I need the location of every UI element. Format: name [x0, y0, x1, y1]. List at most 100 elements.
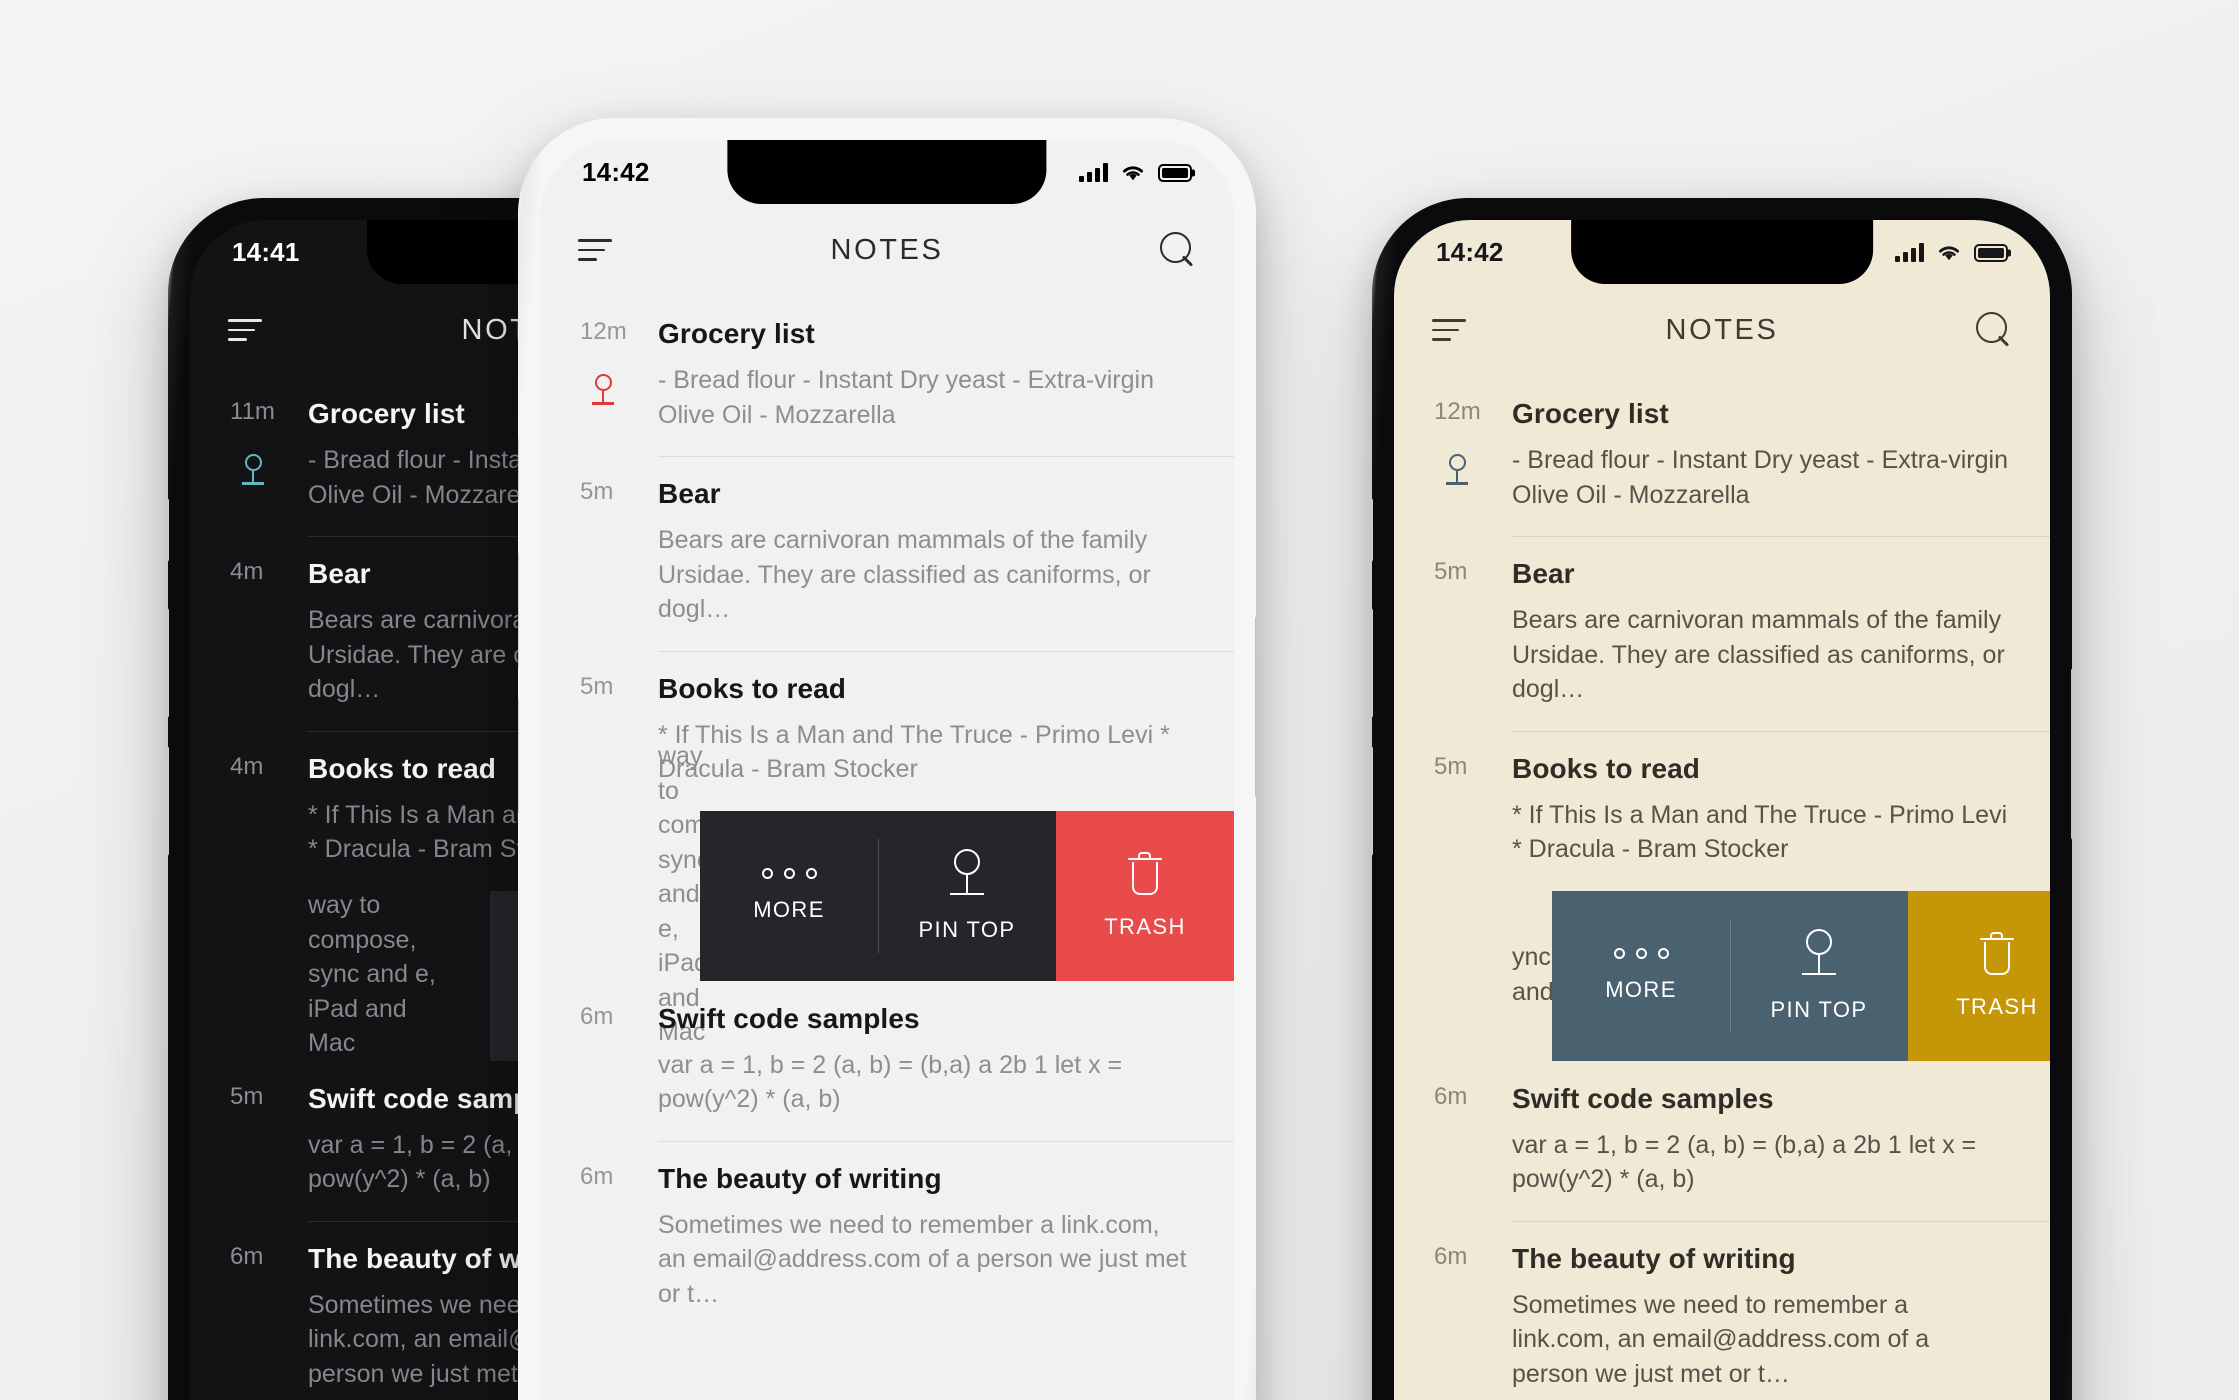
wifi-icon [1936, 243, 1962, 262]
note-timestamp: 12m [580, 318, 627, 345]
more-action-label: MORE [1605, 977, 1677, 1002]
note-gutter: 6m [580, 1163, 658, 1312]
list-item[interactable]: 5m Books to read * If This Is a Man and … [540, 650, 1234, 811]
pin-top-action-button[interactable]: PIN TOP [878, 810, 1056, 981]
note-timestamp: 5m [580, 478, 614, 505]
phone-device-right: 14:42 NOTES 12m Grocery list - Bread flo… [1372, 198, 2072, 1400]
swiped-list-item[interactable]: way to compose, sync and e, iPad and Mac… [540, 742, 1234, 1046]
list-item[interactable]: 6m The beauty of writing Sometimes we ne… [1394, 1220, 2050, 1400]
phone-device-center: 14:42 NOTES 12m Grocery list - Bread flo… [518, 118, 1256, 1400]
note-timestamp: 6m [230, 1242, 264, 1270]
note-timestamp: 4m [230, 558, 264, 585]
note-title: Grocery list [658, 318, 815, 349]
note-preview-peek: way to compose, sync and e, iPad and Mac [190, 891, 490, 1061]
more-action-label: MORE [753, 897, 825, 922]
pin-top-action-label: PIN TOP [1770, 996, 1868, 1022]
pin-top-action-button[interactable]: PIN TOP [1730, 890, 1908, 1061]
pin-top-action-label: PIN TOP [918, 916, 1016, 942]
notes-list-center[interactable]: 12m Grocery list - Bread flour - Instant… [540, 296, 1234, 1400]
screen-right: 14:42 NOTES 12m Grocery list - Bread flo… [1394, 220, 2050, 1400]
note-preview: var a = 1, b = 2 (a, b) = (b,a) a 2b 1 l… [1512, 1130, 1977, 1194]
hamburger-menu-icon[interactable] [578, 239, 612, 261]
status-clock: 14:42 [582, 156, 650, 187]
hamburger-menu-icon[interactable] [228, 319, 262, 341]
trash-action-button[interactable]: TRASH [1056, 810, 1234, 981]
power-button[interactable] [2071, 668, 2072, 840]
wifi-icon [1120, 163, 1146, 182]
mute-switch[interactable] [168, 498, 169, 562]
note-timestamp: 5m [580, 672, 614, 700]
trash-action-label: TRASH [1956, 993, 2038, 1019]
list-item[interactable]: 6m Swift code samples var a = 1, b = 2 (… [1394, 1061, 2050, 1221]
note-preview: * If This Is a Man and The Truce - Primo… [1512, 800, 2008, 864]
note-preview: Sometimes we need to remember a link.com… [658, 1210, 1187, 1308]
status-icons [1895, 242, 2008, 262]
note-title: Books to read [1512, 752, 1701, 784]
note-preview: Sometimes we need to remember a link.com… [1512, 1290, 1930, 1388]
note-title: Swift code samples [658, 1002, 920, 1034]
volume-up-button[interactable] [1372, 608, 1373, 718]
note-gutter: 4m [230, 753, 308, 867]
note-gutter: 6m [580, 1003, 658, 1117]
note-timestamp: 4m [230, 752, 264, 780]
hamburger-menu-icon[interactable] [1432, 319, 1466, 341]
search-icon[interactable] [1976, 312, 2012, 348]
note-timestamp: 11m [230, 398, 275, 425]
note-timestamp: 5m [1434, 558, 1468, 585]
note-timestamp: 5m [230, 1082, 264, 1110]
power-button[interactable] [1255, 616, 1256, 798]
list-item[interactable]: 12m Grocery list - Bread flour - Instant… [1394, 376, 2050, 536]
list-item[interactable]: 6m The beauty of writing Sometimes we ne… [540, 1140, 1234, 1336]
mute-switch[interactable] [518, 438, 519, 502]
note-gutter: 12m [580, 318, 658, 432]
list-item[interactable]: 6m Swift code samples var a = 1, b = 2 (… [540, 981, 1234, 1141]
swipe-actions: MORE PIN TOP TRASH [1552, 890, 2050, 1061]
more-action-button[interactable]: MORE [1552, 890, 1730, 1061]
mockup-stage: 14:41 11m Grocery list - Bread flour - I… [0, 0, 2239, 1400]
note-preview: - Bread flour - Instant Dry yeast - Extr… [658, 366, 1154, 429]
list-item[interactable]: 12m Grocery list - Bread flour - Instant… [540, 296, 1234, 456]
note-timestamp: 12m [1434, 398, 1481, 425]
battery-icon [1974, 243, 2008, 262]
trash-action-button[interactable]: TRASH [1908, 890, 2050, 1061]
note-gutter: 6m [230, 1243, 308, 1392]
note-preview: var a = 1, b = 2 (a, b) = (b,a) a 2b 1 l… [658, 1050, 1123, 1114]
list-item[interactable]: 5m Bear Bears are carnivoran mammals of … [1394, 536, 2050, 731]
search-icon[interactable] [1160, 232, 1196, 268]
note-preview-peek: ync and [1512, 943, 1554, 1006]
status-bar-center: 14:42 [540, 140, 1234, 204]
note-gutter: 5m [1434, 558, 1512, 707]
battery-icon [1158, 163, 1192, 182]
trash-icon [1128, 851, 1162, 896]
note-gutter: 5m [1434, 753, 1512, 867]
note-timestamp: 6m [580, 1002, 614, 1030]
swiped-list-item[interactable]: ync and MORE PIN TOP TRASH [1394, 890, 2050, 1061]
note-preview: Bears are carnivoran mammals of the fami… [658, 526, 1151, 623]
note-gutter: 5m [230, 1083, 308, 1197]
screen-center: 14:42 NOTES 12m Grocery list - Bread flo… [540, 140, 1234, 1400]
note-timestamp: 6m [1434, 1242, 1468, 1270]
list-item[interactable]: 5m Bear Bears are carnivoran mammals of … [540, 456, 1234, 651]
signal-bars-icon [1079, 162, 1108, 182]
note-timestamp: 5m [1434, 752, 1468, 780]
mute-switch[interactable] [1372, 498, 1373, 562]
status-bar-right: 14:42 [1394, 220, 2050, 284]
volume-up-button[interactable] [168, 608, 169, 718]
notes-list-right[interactable]: 12m Grocery list - Bread flour - Instant… [1394, 376, 2050, 1400]
trash-action-label: TRASH [1104, 913, 1186, 939]
status-clock: 14:42 [1436, 236, 1504, 267]
note-preview-peek: way to compose, sync and e, iPad and Mac [540, 742, 766, 1046]
pin-icon [1446, 454, 1468, 488]
note-preview: - Bread flour - Instant Dry yeast - Extr… [1512, 446, 2008, 509]
pin-icon [592, 374, 614, 408]
volume-down-button[interactable] [518, 698, 519, 814]
list-item[interactable]: 5m Books to read * If This Is a Man and … [1394, 730, 2050, 891]
volume-down-button[interactable] [168, 746, 169, 856]
volume-down-button[interactable] [1372, 746, 1373, 856]
note-timestamp: 6m [1434, 1082, 1468, 1110]
more-action-button[interactable]: MORE [700, 810, 878, 981]
pin-icon [1802, 928, 1836, 979]
volume-up-button[interactable] [518, 552, 519, 668]
note-gutter: 12m [1434, 398, 1512, 512]
nav-bar-center: NOTES [540, 204, 1234, 296]
